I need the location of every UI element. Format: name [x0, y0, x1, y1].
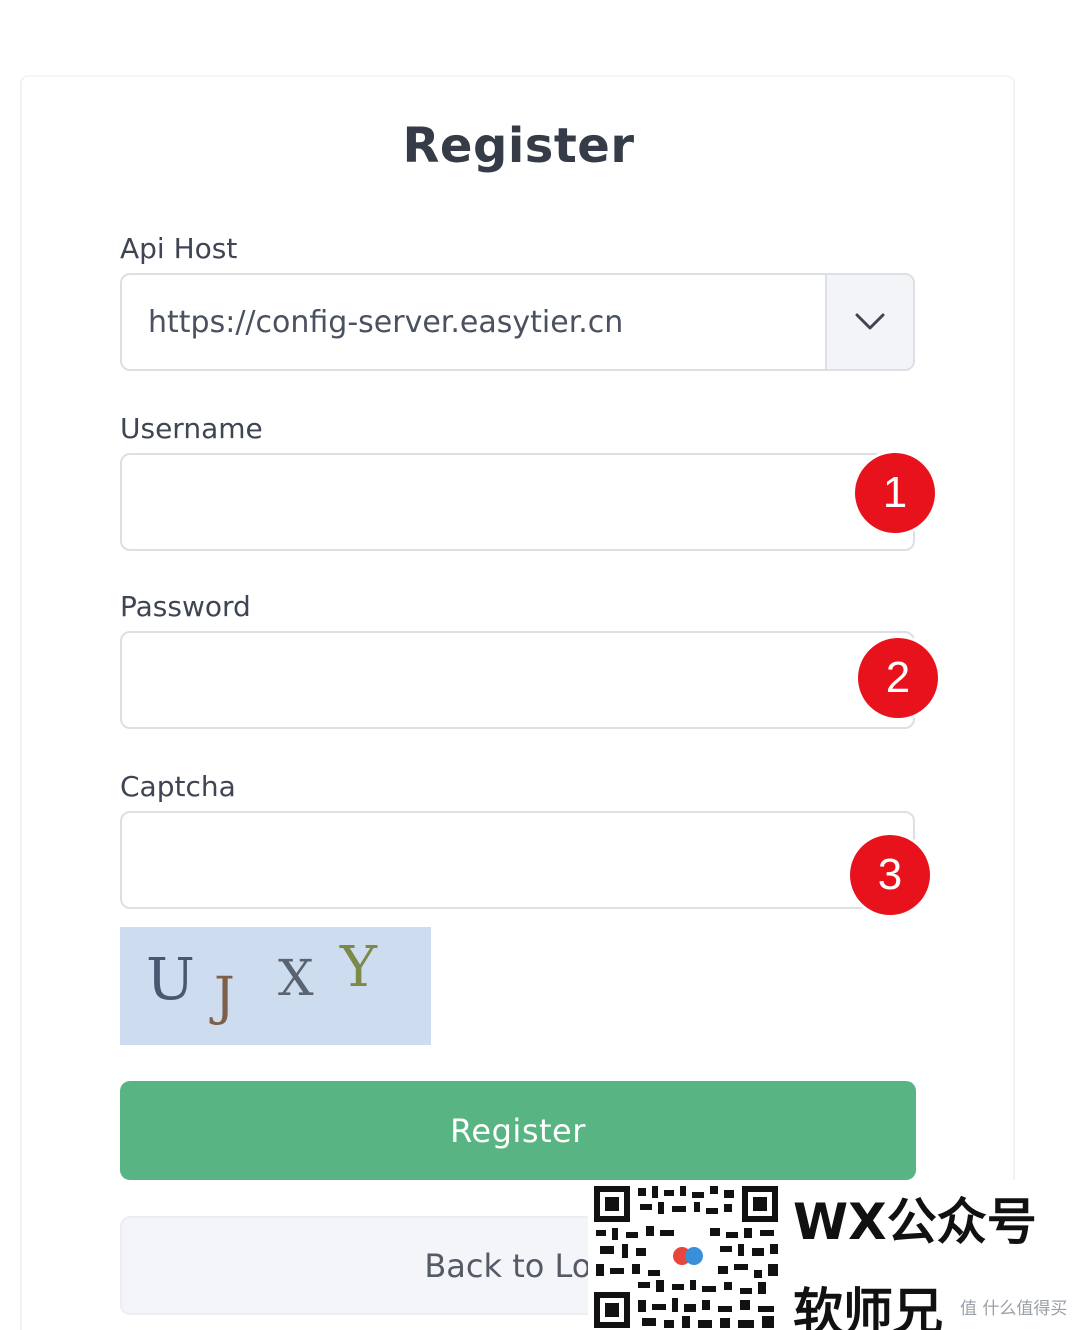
api-host-dropdown-toggle[interactable]: [825, 275, 913, 369]
captcha-char-1: U: [146, 945, 195, 1013]
register-button[interactable]: Register: [120, 1081, 916, 1180]
username-label: Username: [120, 412, 263, 445]
back-to-login-label: Back to Log: [424, 1246, 612, 1285]
captcha-char-4: Y: [340, 935, 377, 1000]
captcha-image[interactable]: U J X Y: [120, 927, 431, 1045]
api-host-value: https://config-server.easytier.cn: [148, 305, 624, 340]
annotation-badge-2: 2: [858, 638, 938, 718]
watermark: WX公众号 软师兄 值 什么值得买: [588, 1180, 1080, 1330]
password-input[interactable]: [120, 631, 915, 729]
api-host-select[interactable]: https://config-server.easytier.cn: [120, 273, 915, 371]
chevron-down-icon: [855, 313, 885, 330]
password-label: Password: [120, 590, 251, 623]
captcha-char-3: X: [278, 949, 314, 1007]
qr-code-image: [592, 1184, 784, 1330]
annotation-badge-1: 1: [855, 453, 935, 533]
captcha-char-2: J: [214, 967, 235, 1027]
watermark-site: 值 什么值得买: [958, 1294, 1070, 1319]
captcha-input[interactable]: [120, 811, 915, 909]
captcha-label: Captcha: [120, 770, 236, 803]
page-title: Register: [402, 118, 635, 174]
username-input[interactable]: [120, 453, 915, 551]
watermark-line-2: 软师兄: [793, 1283, 943, 1330]
watermark-line-1: WX公众号: [793, 1193, 1037, 1251]
annotation-badge-3: 3: [850, 835, 930, 915]
api-host-label: Api Host: [120, 232, 238, 265]
